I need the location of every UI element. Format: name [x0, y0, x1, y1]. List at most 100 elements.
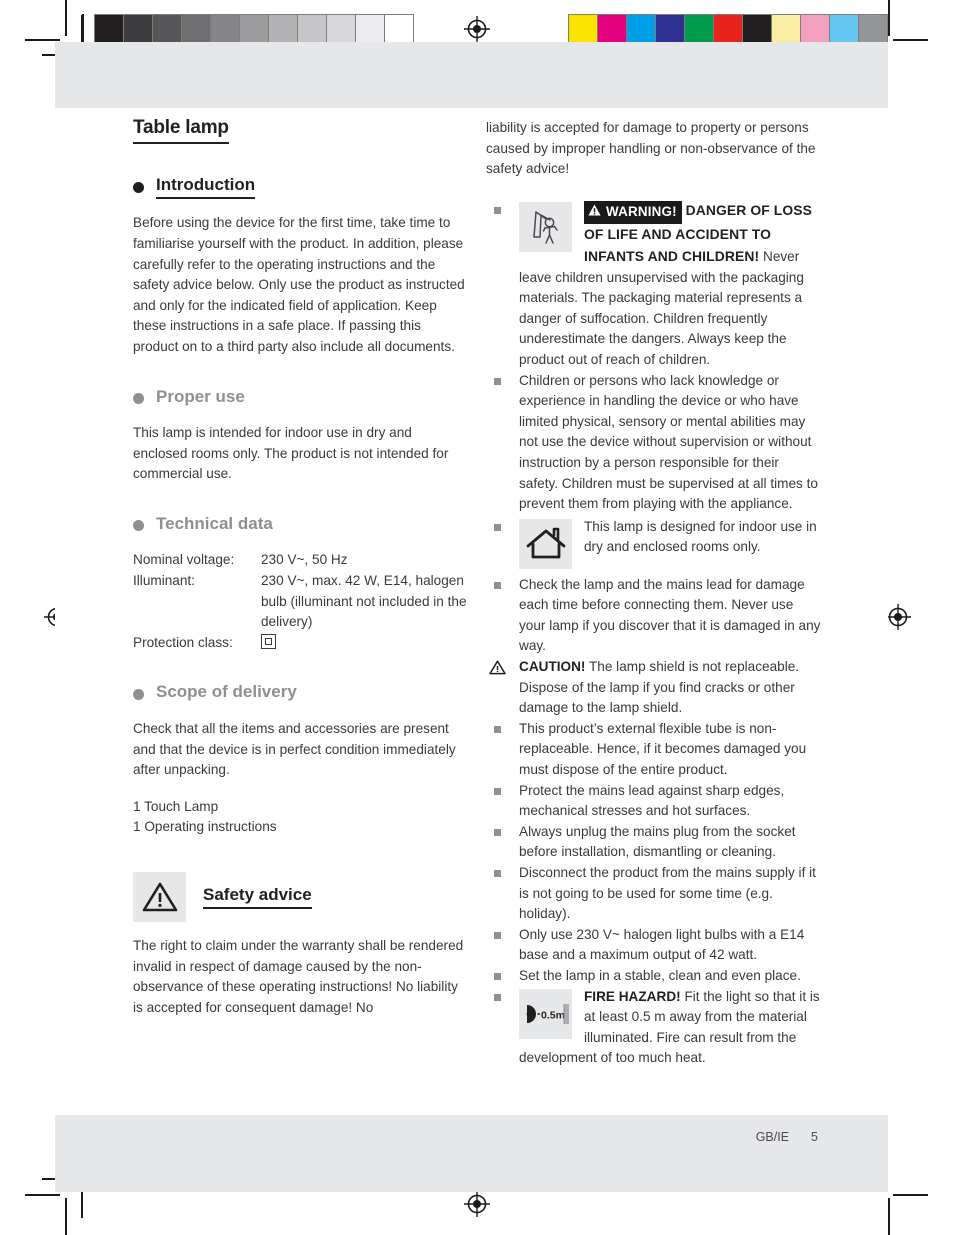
section-heading-technical-data: Technical data: [133, 514, 468, 537]
grayscale-calibration-bar: [94, 14, 414, 45]
page-header-band: [55, 42, 888, 108]
color-calibration-bar: [568, 14, 888, 45]
bullet-dot-icon: [133, 688, 144, 700]
left-column: Table lamp Introduction Before using the…: [133, 117, 468, 1018]
footer-page-number: 5: [811, 1130, 818, 1144]
list-item-text: Check the lamp and the mains lead for da…: [519, 576, 821, 654]
list-item-text: Only use 230 V~ halogen light bulbs with…: [519, 926, 805, 963]
crop-mark-bottom-left-vertical: [65, 1198, 67, 1235]
section-scope-of-delivery: Scope of delivery Check that all the ite…: [133, 682, 468, 838]
list-item-text: Set the lamp in a stable, clean and even…: [519, 967, 801, 983]
table-row: Illuminant: 230 V~, max. 42 W, E14, halo…: [133, 571, 468, 633]
list-item-text: Children or persons who lack knowledge o…: [519, 372, 818, 512]
list-item: 0.5m FIRE HAZARD! Fit the light so that …: [486, 987, 821, 1069]
list-item: Check the lamp and the mains lead for da…: [486, 575, 821, 657]
list-item: Only use 230 V~ halogen light bulbs with…: [486, 925, 821, 966]
grayscale-swatch: [298, 15, 327, 44]
warning-badge: WARNING!: [584, 200, 682, 225]
table-row: Protection class:: [133, 633, 468, 654]
list-item: Set the lamp in a stable, clean and even…: [486, 966, 821, 987]
section-heading-label: Safety advice: [203, 885, 312, 910]
child-with-plastic-bag-icon-wrap: [519, 201, 572, 252]
fire-hazard-lead-label: FIRE HAZARD!: [584, 988, 681, 1004]
trim-rule-left: [82, 14, 84, 44]
section-heading-label: Scope of delivery: [156, 682, 297, 702]
section-heading-scope-of-delivery: Scope of delivery: [133, 682, 468, 705]
crop-mark-bottom-right-vertical: [888, 1198, 890, 1235]
section-proper-use: Proper use This lamp is intended for ind…: [133, 387, 468, 485]
caution-triangle-icon: [489, 660, 506, 682]
section-heading-introduction: Introduction: [133, 175, 468, 200]
page-title: Table lamp: [133, 117, 229, 144]
color-swatch: [569, 15, 598, 44]
grayscale-swatch: [95, 15, 124, 44]
section-heading-safety-advice: Safety advice: [133, 871, 468, 922]
list-item: Children or persons who lack knowledge o…: [486, 371, 821, 515]
crop-mark-bottom-left-inner-vertical: [81, 1190, 83, 1218]
list-item: Always unplug the mains plug from the so…: [486, 822, 821, 863]
color-swatch: [627, 15, 656, 44]
grayscale-swatch: [269, 15, 298, 44]
tech-value-nominal-voltage: 230 V~, 50 Hz: [261, 552, 348, 568]
color-swatch: [714, 15, 743, 44]
grayscale-swatch: [240, 15, 269, 44]
list-bullet-square-icon: [494, 787, 501, 795]
registration-target-bottom: [464, 1191, 490, 1217]
list-bullet-square-icon: [494, 725, 501, 733]
color-swatch: [685, 15, 714, 44]
crop-mark-bottom-right-horizontal: [893, 1194, 928, 1196]
list-bullet-square-icon: [494, 993, 501, 1001]
paragraph-introduction: Before using the device for the first ti…: [133, 215, 465, 354]
list-bullet-square-icon: [494, 870, 501, 877]
paragraph-liability-continuation: liability is accepted for damage to prop…: [486, 120, 816, 177]
list-item: WARNING! DANGER OF LOSS OF LIFE AND ACCI…: [486, 200, 821, 371]
color-swatch: [859, 15, 887, 44]
list-bullet-square-icon: [494, 828, 501, 836]
list-item-text: Never leave children unsupervised with t…: [519, 248, 804, 367]
list-bullet-square-icon: [494, 377, 501, 385]
color-swatch: [801, 15, 830, 44]
bullet-dot-icon: [133, 182, 144, 194]
warning-triangle-icon: [133, 871, 186, 922]
distance-icon-wrap: 0.5m: [519, 988, 572, 1039]
crop-mark-top-right-vertical: [888, 0, 890, 36]
bullet-dot-icon: [133, 520, 144, 532]
color-swatch: [830, 15, 859, 44]
paragraph-safety-advice: The right to claim under the warranty sh…: [133, 937, 464, 1015]
list-bullet-square-icon: [494, 581, 501, 589]
warning-badge-label: WARNING!: [606, 203, 677, 219]
list-item: CAUTION! The lamp shield is not replacea…: [486, 657, 821, 719]
tech-key-illuminant: Illuminant:: [133, 573, 195, 589]
footer-locale: GB/IE: [755, 1130, 790, 1144]
technical-data-table: Nominal voltage: 230 V~, 50 Hz Illuminan…: [133, 550, 468, 653]
child-with-plastic-bag-icon: [519, 201, 572, 252]
paragraph-scope-of-delivery: Check that all the items and accessories…: [133, 720, 456, 778]
bullet-dot-icon: [133, 392, 144, 404]
list-item-text: Protect the mains lead against sharp edg…: [519, 782, 785, 819]
list-item-text: This lamp is designed for indoor use in …: [584, 518, 817, 555]
delivery-item: 1 Touch Lamp: [133, 798, 219, 814]
section-safety-advice: Safety advice The right to claim under t…: [133, 871, 468, 1018]
right-column: liability is accepted for damage to prop…: [486, 118, 821, 1069]
safety-bullet-list: WARNING! DANGER OF LOSS OF LIFE AND ACCI…: [486, 200, 821, 1069]
section-heading-label: Technical data: [156, 513, 273, 533]
house-indoor-use-icon-wrap: [519, 518, 572, 569]
tech-key-protection-class: Protection class:: [133, 634, 233, 650]
color-swatch: [656, 15, 685, 44]
grayscale-swatch: [153, 15, 182, 44]
section-introduction: Introduction Before using the device for…: [133, 175, 468, 358]
registration-target-right: [885, 604, 911, 630]
warning-triangle-icon: [588, 202, 601, 223]
section-heading-label: Proper use: [156, 386, 245, 406]
caution-lead-label: CAUTION!: [519, 659, 586, 675]
grayscale-swatch: [182, 15, 211, 44]
section-heading-proper-use: Proper use: [133, 387, 468, 410]
section-heading-label: Introduction: [156, 175, 256, 200]
grayscale-swatch: [211, 15, 240, 44]
list-item-text: This product’s external flexible tube is…: [519, 720, 807, 778]
list-bullet-square-icon: [494, 523, 501, 531]
color-swatch: [598, 15, 627, 44]
paragraph-proper-use: This lamp is intended for indoor use in …: [133, 425, 449, 482]
list-item: This product’s external flexible tube is…: [486, 719, 821, 781]
table-row: Nominal voltage: 230 V~, 50 Hz: [133, 550, 468, 571]
